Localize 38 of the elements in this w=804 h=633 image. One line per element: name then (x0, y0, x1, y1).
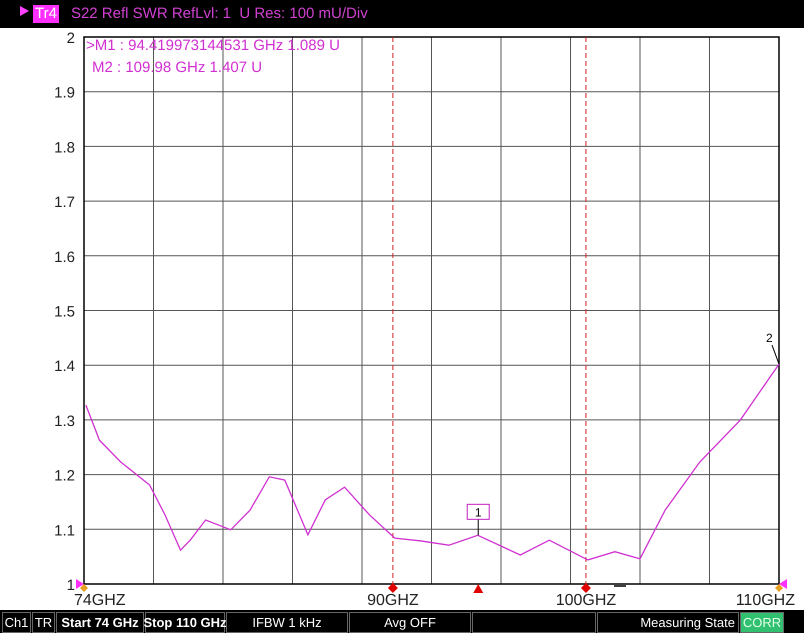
diamond-icon (580, 583, 591, 593)
status-field: Stop 110 GHz (145, 612, 225, 633)
marker-label: 2 (766, 331, 773, 346)
y-tick-label: 1.2 (54, 468, 75, 485)
status-field: TR (32, 612, 55, 633)
y-tick-label: 1.5 (54, 304, 75, 320)
dash-mark (614, 585, 626, 587)
y-tick-label: 1.9 (54, 84, 75, 102)
y-tick-label: 1.7 (54, 194, 75, 212)
marker-flag[interactable]: 1 (466, 504, 490, 520)
y-tick-label: 1.6 (54, 248, 75, 266)
annotation: 1 (474, 505, 482, 520)
status-field: Start 74 GHz (56, 612, 144, 633)
pointer-icon (20, 6, 29, 16)
x-tick-label: 90GHZ (367, 592, 419, 609)
y-tick-label: 1.1 (54, 522, 75, 540)
status-field: CORR (740, 612, 784, 633)
status-field: IFBW 1 kHz (226, 612, 348, 633)
start-arrow-icon (76, 579, 84, 589)
stop-frequency-label: 110GHZ (736, 592, 795, 609)
diamond-icon (80, 584, 88, 592)
status-field: Ch1 (2, 612, 31, 633)
status-field: Measuring State (597, 612, 739, 633)
x-tick-label: 100GHZ (556, 592, 616, 609)
status-field: Avg OFF (349, 612, 471, 633)
start-frequency-label: 74GHZ (74, 592, 126, 609)
stop-arrow-icon (779, 579, 787, 589)
diamond-icon (388, 583, 398, 593)
leader-line (478, 518, 479, 536)
y-tick-label: 1 (66, 577, 75, 594)
trace-title: S22 Refl SWR RefLvl: 1 U Res: 100 mU/Div (70, 4, 368, 24)
y-tick-label: 1.8 (54, 139, 75, 156)
y-tick-label: 1.3 (54, 412, 75, 430)
leader-line (772, 344, 780, 365)
triangle-icon (473, 584, 484, 593)
y-tick-label: 2 (66, 30, 75, 47)
y-tick-label: 1.4 (54, 358, 75, 376)
diamond-icon (775, 584, 783, 592)
